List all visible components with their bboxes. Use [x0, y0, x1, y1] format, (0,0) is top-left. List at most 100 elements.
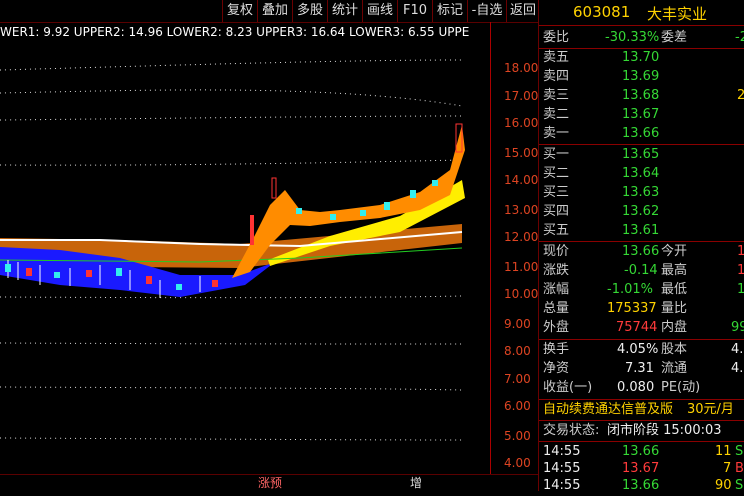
bid-label: 买四 — [543, 204, 570, 219]
weicha-label: 委差 — [661, 30, 688, 45]
bid-row: 买三 13.63 — [539, 183, 744, 203]
ask-label: 卖一 — [543, 126, 570, 141]
candle-down — [432, 180, 438, 186]
candle-up — [146, 276, 152, 284]
promo-banner[interactable]: 自动续费通达信普及版 30元/月 — [539, 400, 744, 420]
stat-value: 4. — [731, 342, 744, 357]
bid-row: 买五 13.61 — [539, 221, 744, 241]
stock-name: 大丰实业 — [647, 5, 708, 23]
ask-price: 13.68 — [622, 88, 660, 103]
weibi-label: 委比 — [543, 30, 570, 45]
stat-label: 总量 — [543, 301, 570, 316]
stat-value: 1 — [737, 282, 744, 297]
bid-row: 买二 13.64 — [539, 164, 744, 184]
stat-value: 75744 — [616, 320, 658, 335]
stat-label: 外盘 — [543, 320, 570, 335]
stat-label: 量比 — [661, 301, 688, 316]
signal-label[interactable]: 涨预 — [258, 475, 282, 491]
candle-down — [116, 268, 122, 276]
mark-button[interactable]: 标记 — [432, 0, 467, 22]
stat-row: 收益(一) 0.080 PE(动) — [539, 378, 744, 398]
price-tick: 18.00 — [504, 61, 539, 75]
price-tick: 4.00 — [504, 456, 531, 470]
stat-label: 最高 — [661, 263, 688, 278]
candle-down — [176, 284, 182, 290]
quote-panel: 603081 大丰实业 委比 -30.33% 委差 -2 卖五 13.70 卖四… — [538, 0, 744, 493]
price-tick: 16.00 — [504, 116, 539, 130]
tick-side: S — [735, 478, 744, 493]
weibi-value: -30.33% — [605, 30, 660, 45]
ask-row: 卖三 13.68 2 — [539, 86, 744, 106]
candle-up — [250, 215, 254, 245]
price-tick: 12.00 — [504, 230, 539, 244]
candle-down — [360, 210, 366, 216]
ask-label: 卖四 — [543, 69, 570, 84]
statistics-button[interactable]: 统计 — [327, 0, 362, 22]
price-tick: 17.00 — [504, 89, 539, 103]
ask-label: 卖三 — [543, 88, 570, 103]
weibi-row: 委比 -30.33% 委差 -2 — [539, 28, 744, 48]
candle-up — [212, 280, 218, 287]
promo-price[interactable]: 30元/月 — [687, 400, 734, 420]
stat-value: 1 — [737, 244, 744, 259]
tick-volume: 90 — [715, 478, 732, 493]
restore-rights-button[interactable]: 复权 — [222, 0, 257, 22]
ask-price: 13.69 — [622, 69, 660, 84]
bid-label: 买二 — [543, 166, 570, 181]
bid-price: 13.63 — [622, 185, 660, 200]
bid-price: 13.65 — [622, 147, 660, 162]
overlay-button[interactable]: 叠加 — [257, 0, 292, 22]
stat-row: 外盘 75744 内盘 99 — [539, 318, 744, 338]
stat-row: 涨跌 -0.14 最高 1 — [539, 261, 744, 281]
promo-text[interactable]: 自动续费通达信普及版 — [543, 400, 673, 420]
bid-price: 13.62 — [622, 204, 660, 219]
stat-value: -1.01% — [607, 282, 653, 297]
stat-label: 换手 — [543, 342, 570, 357]
candle-up — [86, 270, 92, 277]
stat-row: 现价 13.66 今开 1 — [539, 242, 744, 262]
bid-row: 买一 13.65 — [539, 145, 744, 165]
trade-status-value: 闭市阶段 15:00:03 — [607, 423, 722, 438]
price-tick: 5.00 — [504, 429, 531, 443]
candle-down — [5, 264, 11, 272]
price-tick: 6.00 — [504, 399, 531, 413]
remove-watchlist-button[interactable]: -自选 — [467, 0, 506, 22]
candle-up — [271, 177, 277, 199]
candle-up — [26, 268, 32, 276]
stat-value: -0.14 — [624, 263, 658, 278]
signal-label[interactable]: 增 — [410, 475, 422, 491]
stat-label: 涨跌 — [543, 263, 570, 278]
candle-down — [330, 214, 336, 220]
stat-row: 净资 7.31 流通 4. — [539, 359, 744, 379]
ask-price: 13.67 — [622, 107, 660, 122]
multi-stock-button[interactable]: 多股 — [292, 0, 327, 22]
price-tick: 11.00 — [504, 260, 539, 274]
kline-chart[interactable] — [0, 22, 538, 491]
stat-value: 4.05% — [617, 342, 659, 357]
price-tick: 8.00 — [504, 344, 531, 358]
stat-row: 涨幅 -1.01% 最低 1 — [539, 280, 744, 300]
stat-label: 流通 — [661, 361, 688, 376]
stat-label: 股本 — [661, 342, 688, 357]
stat-label: 最低 — [661, 282, 688, 297]
f10-button[interactable]: F10 — [397, 0, 432, 22]
price-tick: 9.00 — [504, 317, 531, 331]
ask-row: 卖四 13.69 — [539, 67, 744, 87]
trade-status-label: 交易状态: — [543, 423, 600, 438]
ask-row: 卖二 13.67 — [539, 105, 744, 125]
price-tick: 13.00 — [504, 203, 539, 217]
tick-row: 14:55 13.66 90 S — [539, 476, 744, 496]
stat-label: 内盘 — [661, 320, 688, 335]
stat-label: 现价 — [543, 244, 570, 259]
bid-price: 13.64 — [622, 166, 660, 181]
ask-label: 卖二 — [543, 107, 570, 122]
bid-price: 13.61 — [622, 223, 660, 238]
price-axis-line — [490, 22, 491, 474]
candle-down — [296, 208, 302, 214]
stat-value: 175337 — [607, 301, 657, 316]
candle-down — [384, 202, 390, 210]
draw-line-button[interactable]: 画线 — [362, 0, 397, 22]
back-button[interactable]: 返回 — [506, 0, 539, 22]
trade-status-row: 交易状态: 闭市阶段 15:00:03 — [539, 421, 744, 441]
stat-value: 99 — [731, 320, 744, 335]
